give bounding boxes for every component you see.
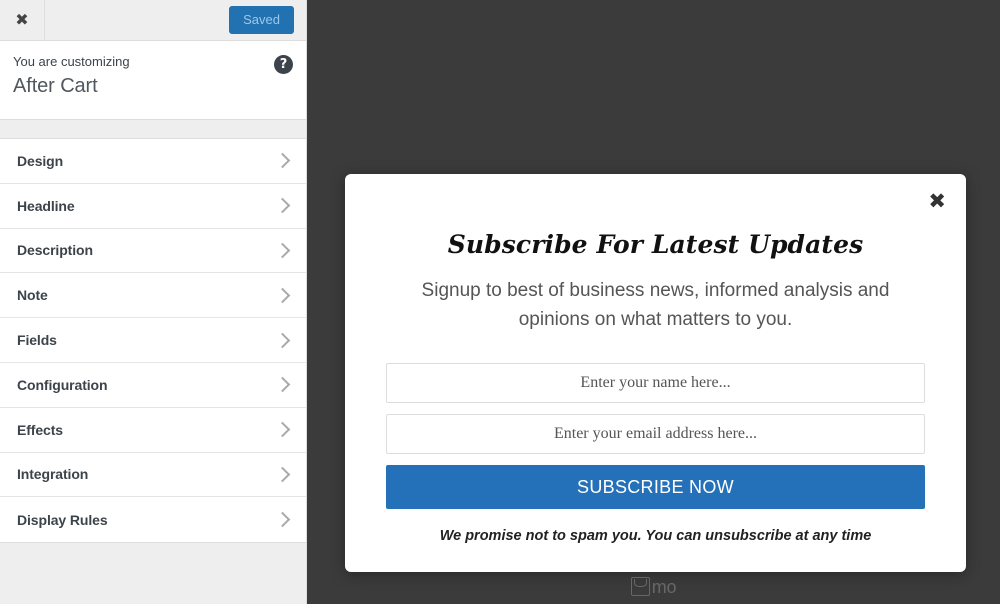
chevron-right-icon [274,466,291,483]
chevron-right-icon [274,377,291,393]
sidebar-item-note[interactable]: Note [0,273,306,319]
sidebar-item-display-rules[interactable]: Display Rules [0,497,306,543]
chevron-right-icon [274,287,291,304]
brand-logo: mo [307,577,1000,596]
help-icon[interactable]: ? [274,55,293,74]
customizer-sidebar: ✖ Saved You are customizing After Cart ?… [0,0,307,604]
sidebar-item-label: Display Rules [17,511,108,528]
sidebar-item-label: Design [17,152,64,169]
chevron-right-icon [274,421,291,438]
sidebar-item-label: Effects [17,421,63,438]
customizer-section-list: Design Headline Description Note Fields [0,139,306,544]
optin-headline: Subscribe For Latest Updates [447,230,864,259]
customizer-header: You are customizing After Cart ? [0,41,306,120]
customizing-eyebrow: You are customizing [13,54,130,69]
chevron-right-icon [274,332,291,348]
sidebar-item-integration[interactable]: Integration [0,452,306,498]
sidebar-item-label: Headline [17,197,75,214]
sidebar-item-configuration[interactable]: Configuration [0,362,306,408]
optin-description: Signup to best of business news, informe… [421,279,890,330]
sidebar-item-label: Integration [17,466,89,483]
sidebar-item-effects[interactable]: Effects [0,407,306,453]
chevron-right-icon [274,242,291,259]
subscribe-now-button[interactable]: SUBSCRIBE NOW [386,465,925,510]
sidebar-item-label: Description [17,242,93,259]
sidebar-item-fields[interactable]: Fields [0,318,306,363]
sidebar-item-design[interactable]: Design [0,139,306,184]
optin-modal: ✖ Subscribe For Latest Updates Signup to… [345,174,966,573]
optin-footnote: We promise not to spam you. You can unsu… [439,528,872,545]
close-icon[interactable]: ✖ [928,191,946,212]
sidebar-separator-band [0,120,306,139]
sidebar-item-headline[interactable]: Headline [0,183,306,229]
chevron-right-icon [274,153,291,169]
sidebar-empty-area [0,543,306,604]
email-input[interactable] [386,414,925,455]
sidebar-item-label: Configuration [17,376,108,393]
close-customizer-button[interactable]: ✖ [0,0,45,40]
optin-form: SUBSCRIBE NOW [386,363,925,510]
preview-pane: ✖ Subscribe For Latest Updates Signup to… [307,0,1000,604]
customizer-topbar: ✖ Saved [0,0,306,41]
page-title: After Cart [13,74,98,97]
customizer-screen: ✖ Saved You are customizing After Cart ?… [0,0,1000,604]
envelope-icon [630,577,650,596]
chevron-right-icon [274,197,291,214]
save-button[interactable]: Saved [229,5,294,35]
sidebar-item-label: Fields [17,332,57,349]
close-icon: ✖ [15,10,29,29]
sidebar-item-description[interactable]: Description [0,228,306,274]
sidebar-item-label: Note [17,287,48,304]
chevron-right-icon [274,511,291,528]
brand-text: mo [651,576,677,597]
name-input[interactable] [386,363,925,404]
